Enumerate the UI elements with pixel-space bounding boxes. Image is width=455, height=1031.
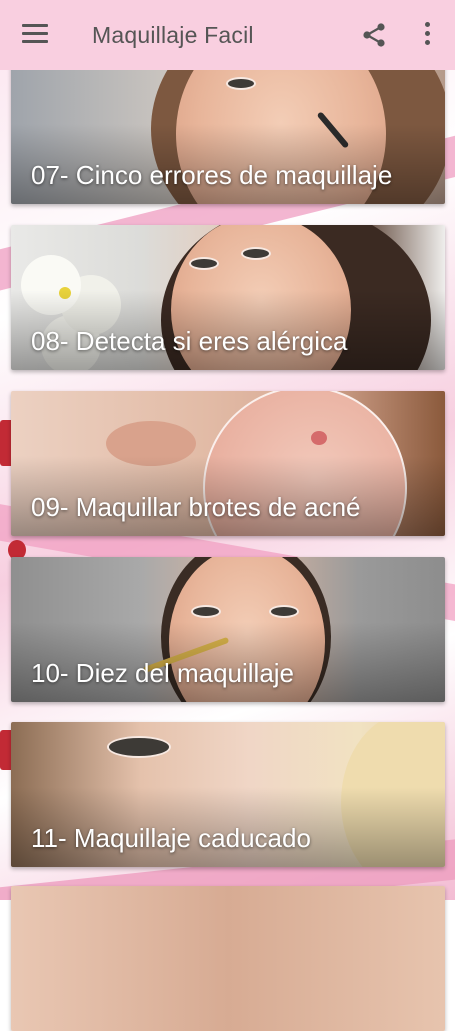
article-card[interactable]: 09- Maquillar brotes de acné <box>11 391 445 536</box>
article-card[interactable]: 10- Diez del maquillaje <box>11 557 445 702</box>
article-title: 09- Maquillar brotes de acné <box>31 492 361 522</box>
article-title: 08- Detecta si eres alérgica <box>31 326 348 356</box>
article-card[interactable]: 11- Maquillaje caducado <box>11 722 445 867</box>
eye-shape <box>107 736 171 758</box>
article-list[interactable]: 07- Cinco errores de maquillaje 08- Dete… <box>0 0 455 1031</box>
article-title: 07- Cinco errores de maquillaje <box>31 160 393 190</box>
eye-shape <box>189 257 219 270</box>
article-title: 10- Diez del maquillaje <box>31 658 295 688</box>
share-icon[interactable] <box>361 22 387 48</box>
app-bar: Maquillaje Facil <box>0 0 455 70</box>
article-thumbnail <box>11 886 445 1031</box>
article-card[interactable]: 08- Detecta si eres alérgica <box>11 225 445 370</box>
article-title: 11- Maquillaje caducado <box>31 823 311 853</box>
acne-spot-shape <box>311 431 327 445</box>
eye-shape <box>269 605 299 618</box>
eye-shape <box>191 605 221 618</box>
app-title: Maquillaje Facil <box>92 22 254 48</box>
article-card[interactable]: 07- Cinco errores de maquillaje <box>11 59 445 204</box>
article-card[interactable] <box>11 886 445 1031</box>
more-vert-icon[interactable] <box>418 22 436 48</box>
eye-shape <box>226 77 256 90</box>
menu-icon[interactable] <box>22 24 48 46</box>
eye-shape <box>241 247 271 260</box>
